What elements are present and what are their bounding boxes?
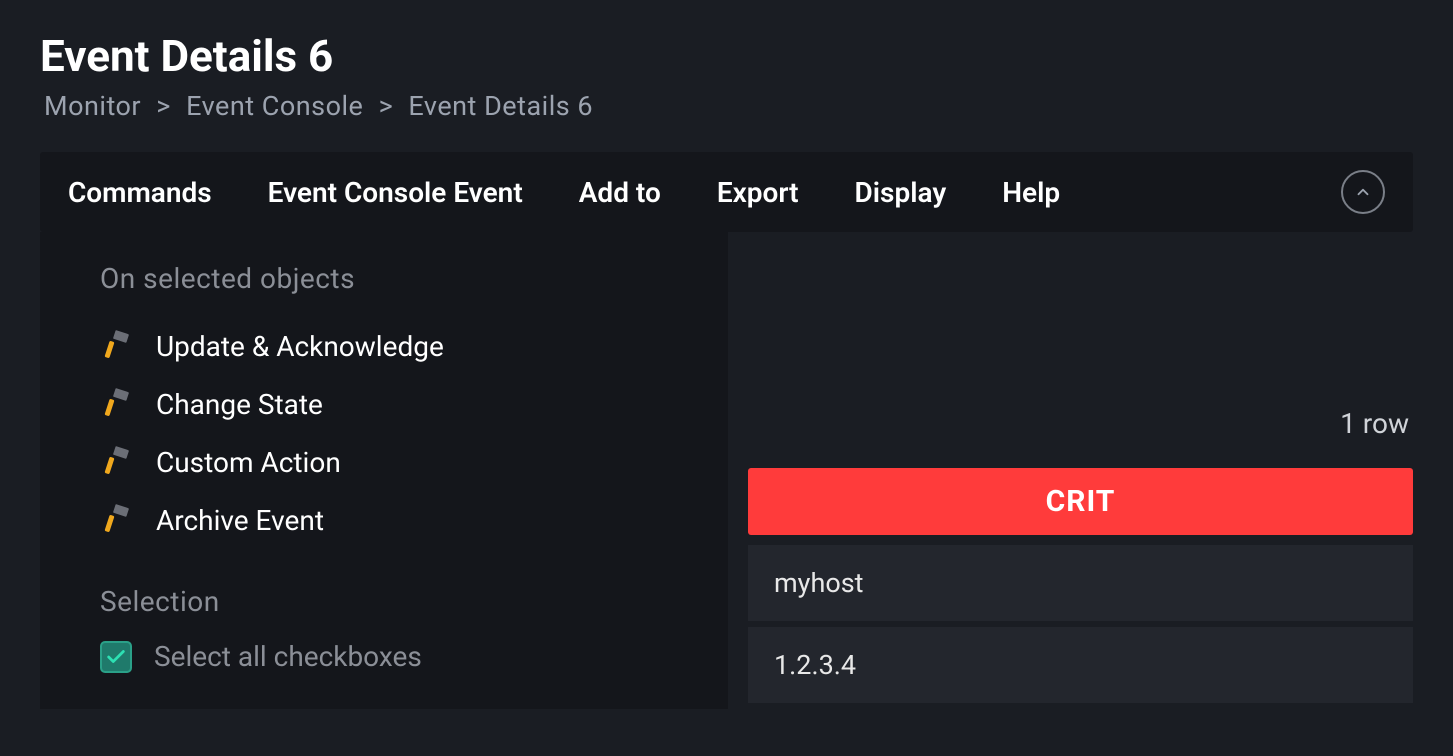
page-title: Event Details 6 xyxy=(40,30,1413,82)
select-all-checkboxes[interactable]: Select all checkboxes xyxy=(100,640,688,673)
breadcrumb-item[interactable]: Event Details 6 xyxy=(408,90,593,122)
hammer-icon xyxy=(100,445,134,479)
detail-panel: 1 row CRIT myhost 1.2.3.4 xyxy=(728,232,1413,709)
cmd-label: Change State xyxy=(156,388,323,421)
hammer-icon xyxy=(100,329,134,363)
menu-export[interactable]: Export xyxy=(717,176,799,209)
section-label-selection: Selection xyxy=(100,585,688,618)
breadcrumb-separator: > xyxy=(379,90,394,122)
menu-event-console-event[interactable]: Event Console Event xyxy=(268,176,523,209)
commands-dropdown-panel: On selected objects Update & Acknowledge xyxy=(40,232,728,709)
hammer-icon xyxy=(100,503,134,537)
hammer-icon xyxy=(100,387,134,421)
command-list: Update & Acknowledge Change State xyxy=(100,317,688,549)
cmd-archive-event[interactable]: Archive Event xyxy=(100,491,688,549)
menu-display[interactable]: Display xyxy=(855,176,947,209)
breadcrumb-separator: > xyxy=(156,90,171,122)
cmd-custom-action[interactable]: Custom Action xyxy=(100,433,688,491)
menu-commands[interactable]: Commands xyxy=(68,176,212,209)
status-badge: CRIT xyxy=(748,468,1413,535)
cmd-change-state[interactable]: Change State xyxy=(100,375,688,433)
breadcrumb-item[interactable]: Monitor xyxy=(44,90,141,122)
menu-help[interactable]: Help xyxy=(1002,176,1060,209)
cmd-label: Custom Action xyxy=(156,446,341,479)
breadcrumb: Monitor > Event Console > Event Details … xyxy=(40,90,1413,122)
detail-ip: 1.2.3.4 xyxy=(748,627,1413,703)
page-header: Event Details 6 Monitor > Event Console … xyxy=(40,30,1413,122)
content-row: On selected objects Update & Acknowledge xyxy=(40,232,1413,709)
checkbox-checked-icon xyxy=(100,641,132,673)
collapse-button[interactable] xyxy=(1341,170,1385,214)
breadcrumb-item[interactable]: Event Console xyxy=(186,90,363,122)
detail-host: myhost xyxy=(748,545,1413,621)
menu-bar-container: Commands Event Console Event Add to Expo… xyxy=(40,152,1413,232)
row-count: 1 row xyxy=(748,391,1413,468)
menu-bar: Commands Event Console Event Add to Expo… xyxy=(40,152,1413,232)
cmd-label: Update & Acknowledge xyxy=(156,330,444,363)
cmd-update-acknowledge[interactable]: Update & Acknowledge xyxy=(100,317,688,375)
section-label-objects: On selected objects xyxy=(100,262,688,295)
select-all-label: Select all checkboxes xyxy=(154,640,422,673)
menu-add-to[interactable]: Add to xyxy=(579,176,661,209)
chevron-up-icon xyxy=(1354,183,1372,201)
cmd-label: Archive Event xyxy=(156,504,324,537)
